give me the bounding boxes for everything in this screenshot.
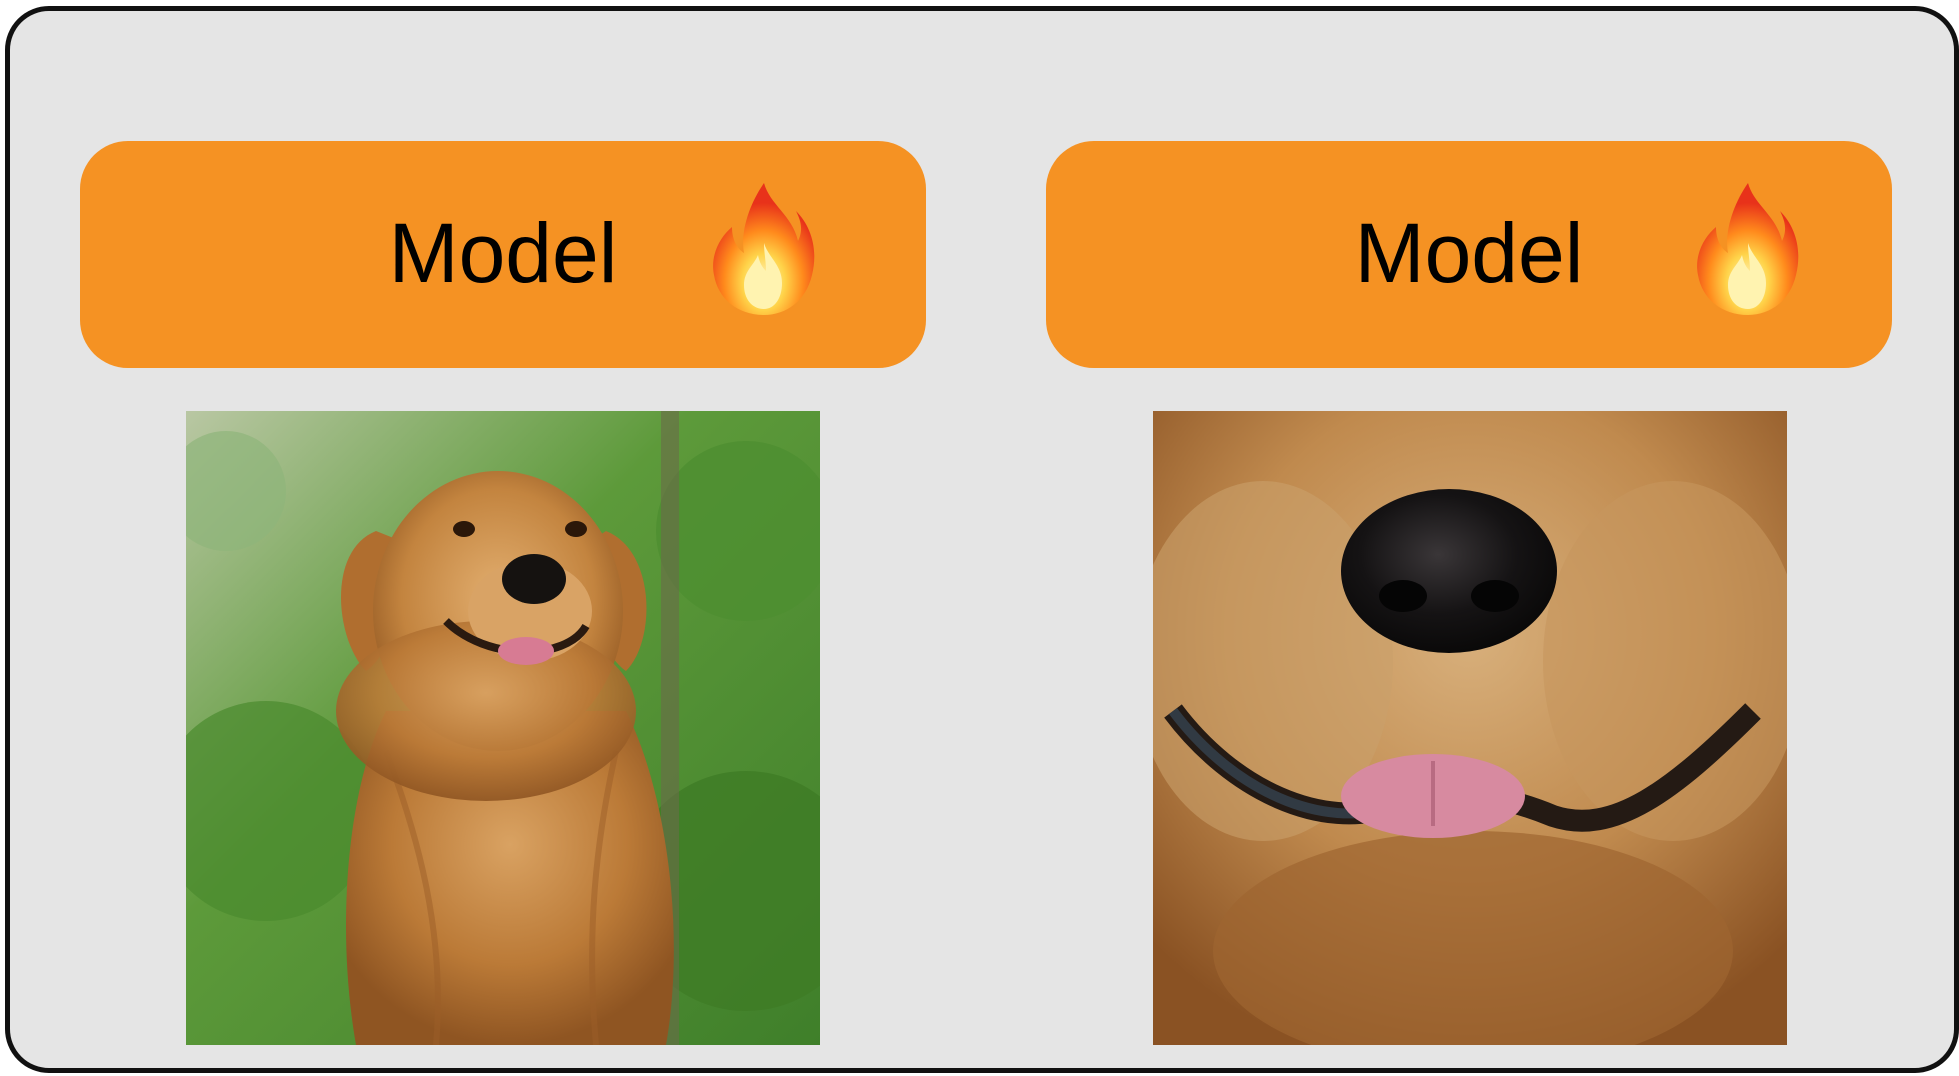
golden-retriever-photo: [186, 411, 820, 1045]
model-box-right: Model: [1046, 141, 1892, 368]
fire-icon: [1697, 183, 1799, 315]
fire-icon: [713, 183, 815, 315]
diagram-frame: Model Model: [5, 6, 1959, 1073]
model-box-left: Model: [80, 141, 926, 368]
golden-retriever-nose-closeup-photo: [1153, 411, 1787, 1045]
